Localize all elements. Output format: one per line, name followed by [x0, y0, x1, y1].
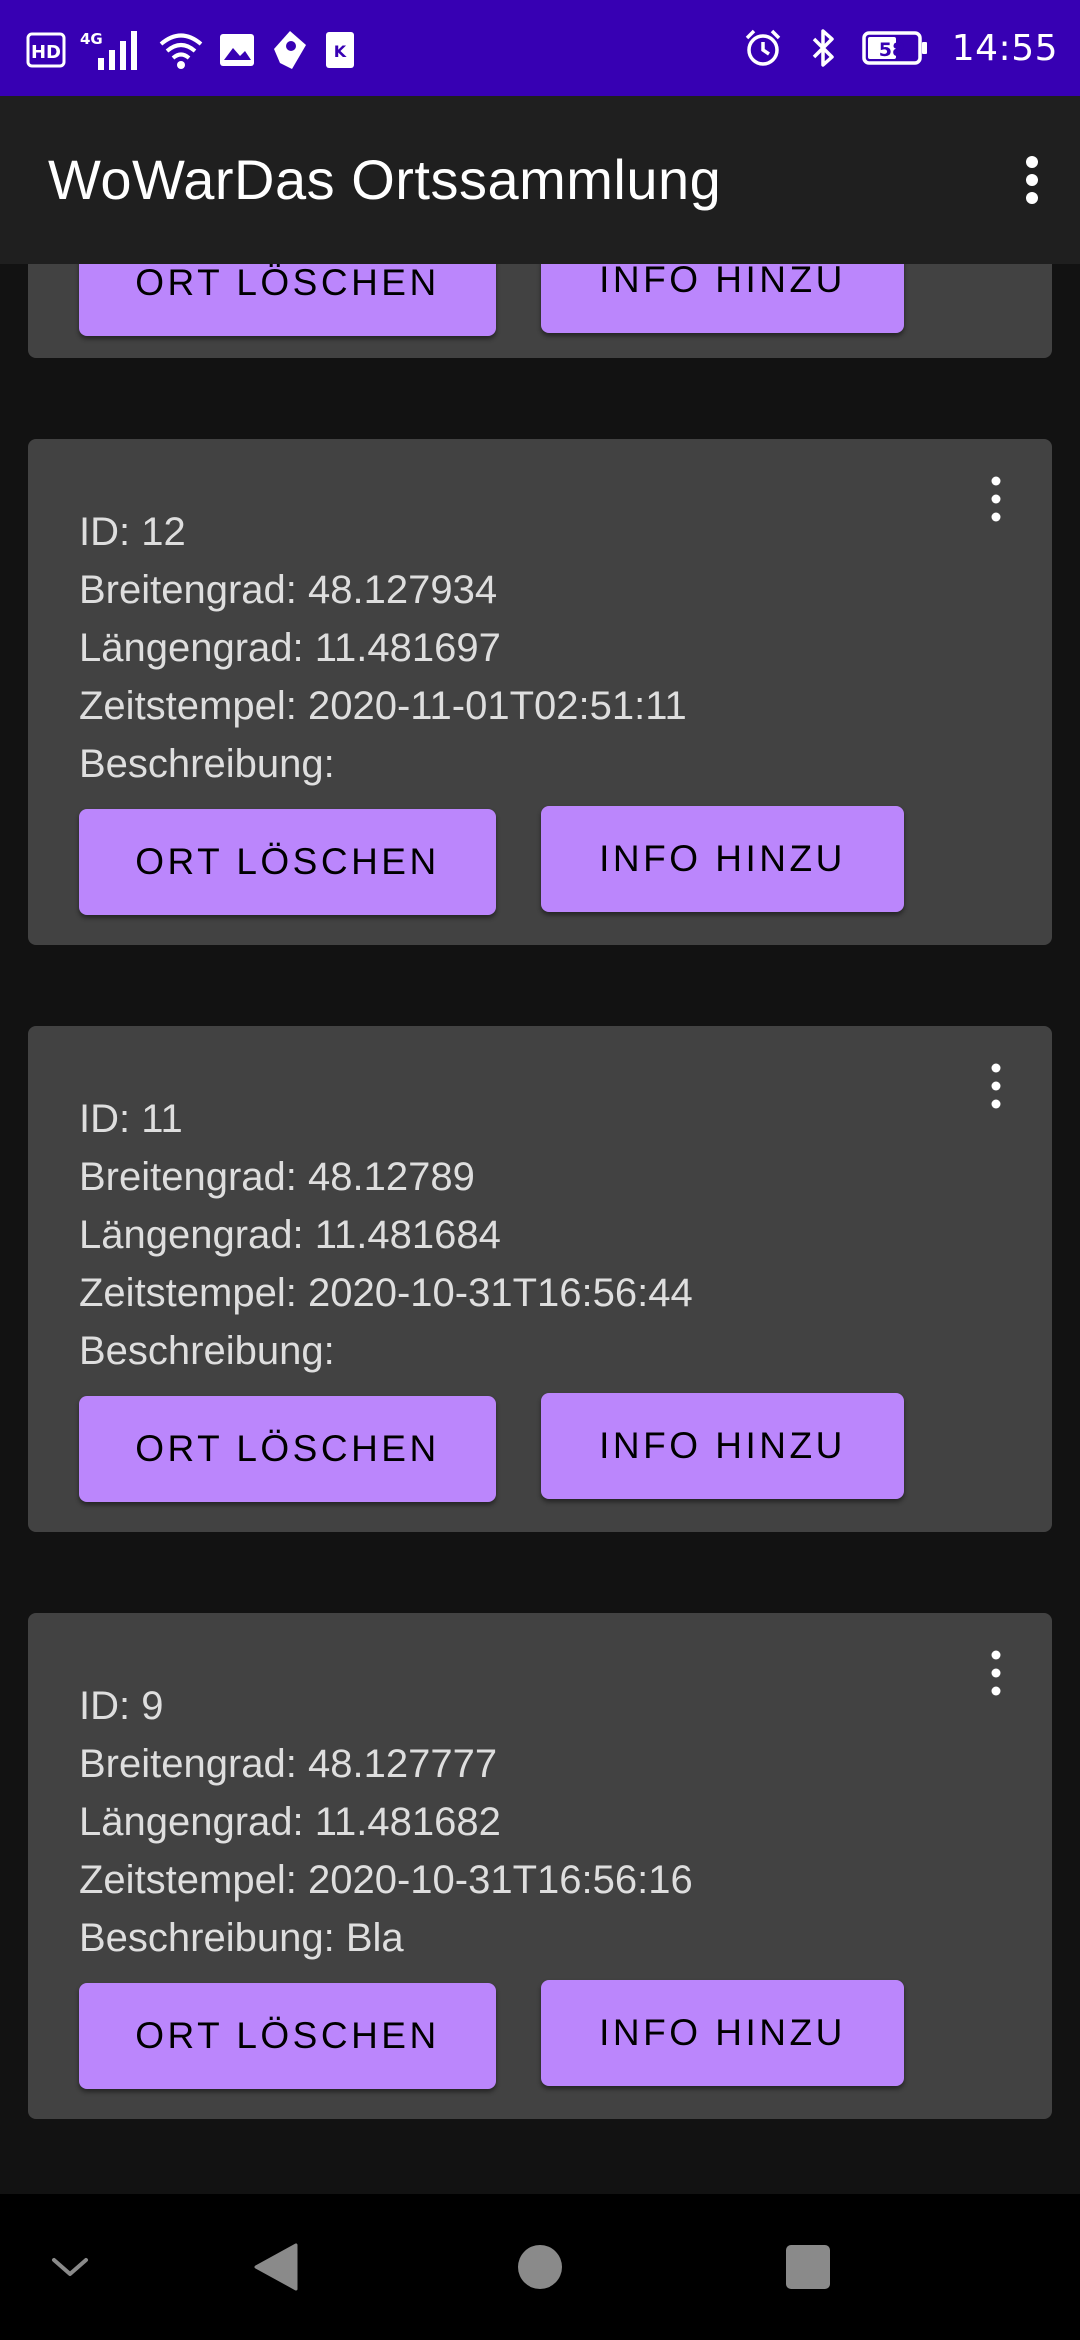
recents-icon — [786, 2245, 830, 2289]
location-latitude: Breitengrad: 48.127934 — [79, 568, 498, 612]
add-info-button[interactable]: INFO HINZU — [541, 1980, 904, 2086]
svg-text:K: K — [334, 42, 347, 61]
location-timestamp: Zeitstempel: 2020-10-31T16:56:16 — [79, 1858, 693, 1902]
location-card: ID: 12 Breitengrad: 48.127934 Längengrad… — [28, 439, 1052, 945]
more-vert-icon — [991, 476, 1001, 522]
location-details: ID: 12 Breitengrad: 48.127934 Längengrad… — [79, 503, 687, 793]
location-timestamp: Zeitstempel: 2020-11-01T02:51:11 — [79, 684, 687, 728]
battery-icon: 58 — [862, 30, 928, 66]
location-longitude: Längengrad: 11.481684 — [79, 1213, 501, 1257]
location-longitude: Längengrad: 11.481697 — [79, 626, 501, 670]
location-id: ID: 12 — [79, 510, 186, 554]
card-menu-button[interactable] — [976, 469, 1016, 529]
navigation-bar — [0, 2194, 1080, 2340]
wifi-icon — [158, 29, 204, 71]
card-menu-button[interactable] — [976, 1643, 1016, 1703]
status-bar: HD 4G K 58 14:55 — [0, 0, 1080, 96]
home-button[interactable] — [490, 2194, 590, 2340]
bluetooth-icon — [808, 27, 838, 69]
signal-icon: 4G — [80, 28, 144, 72]
svg-text:HD: HD — [31, 42, 61, 63]
delete-location-button[interactable]: ORT LÖSCHEN — [79, 809, 496, 915]
location-latitude: Breitengrad: 48.12789 — [79, 1155, 475, 1199]
delete-location-button[interactable]: ORT LÖSCHEN — [79, 1983, 496, 2089]
location-latitude: Breitengrad: 48.127777 — [79, 1742, 498, 1786]
location-card: ID: 11 Breitengrad: 48.12789 Längengrad:… — [28, 1026, 1052, 1532]
add-info-button[interactable]: INFO HINZU — [541, 264, 904, 333]
location-card: ID: 9 Breitengrad: 48.127777 Längengrad:… — [28, 1613, 1052, 2119]
back-icon — [254, 2243, 298, 2291]
hd-icon: HD — [26, 31, 66, 69]
location-card-partial: ORT LÖSCHEN INFO HINZU — [28, 264, 1052, 358]
location-details: ID: 11 Breitengrad: 48.12789 Längengrad:… — [79, 1090, 693, 1380]
location-list[interactable]: ORT LÖSCHEN INFO HINZU ID: 12 Breitengra… — [0, 264, 1080, 2194]
status-bar-right: 58 14:55 — [742, 26, 1058, 70]
delete-location-button[interactable]: ORT LÖSCHEN — [79, 264, 496, 336]
add-info-button[interactable]: INFO HINZU — [541, 1393, 904, 1499]
more-vert-icon — [1026, 156, 1038, 204]
app-bar: WoWarDas Ortssammlung — [0, 96, 1080, 264]
alarm-icon — [742, 27, 784, 69]
location-description: Beschreibung: — [79, 742, 335, 786]
location-longitude: Längengrad: 11.481682 — [79, 1800, 501, 1844]
collapse-icon — [52, 2258, 88, 2276]
recents-button[interactable] — [758, 2194, 858, 2340]
delete-location-button[interactable]: ORT LÖSCHEN — [79, 1396, 496, 1502]
location-id: ID: 9 — [79, 1684, 164, 1728]
image-icon — [218, 32, 256, 68]
back-button[interactable] — [226, 2194, 326, 2340]
kik-icon: K — [324, 30, 356, 70]
pin-icon — [270, 29, 310, 71]
more-vert-icon — [991, 1650, 1001, 1696]
location-id: ID: 11 — [79, 1097, 183, 1141]
location-description: Beschreibung: Bla — [79, 1916, 404, 1960]
location-details: ID: 9 Breitengrad: 48.127777 Längengrad:… — [79, 1677, 693, 1967]
more-vert-icon — [991, 1063, 1001, 1109]
card-menu-button[interactable] — [976, 1056, 1016, 1116]
add-info-button[interactable]: INFO HINZU — [541, 806, 904, 912]
svg-text:4G: 4G — [80, 30, 103, 48]
app-title: WoWarDas Ortssammlung — [48, 148, 722, 211]
location-description: Beschreibung: — [79, 1329, 335, 1373]
status-bar-left: HD 4G K — [26, 28, 356, 72]
home-icon — [518, 2245, 562, 2289]
status-time: 14:55 — [951, 27, 1058, 69]
overflow-menu-button[interactable] — [1002, 150, 1062, 210]
location-timestamp: Zeitstempel: 2020-10-31T16:56:44 — [79, 1271, 693, 1315]
collapse-button[interactable] — [30, 2194, 110, 2340]
svg-text:58: 58 — [879, 39, 905, 61]
